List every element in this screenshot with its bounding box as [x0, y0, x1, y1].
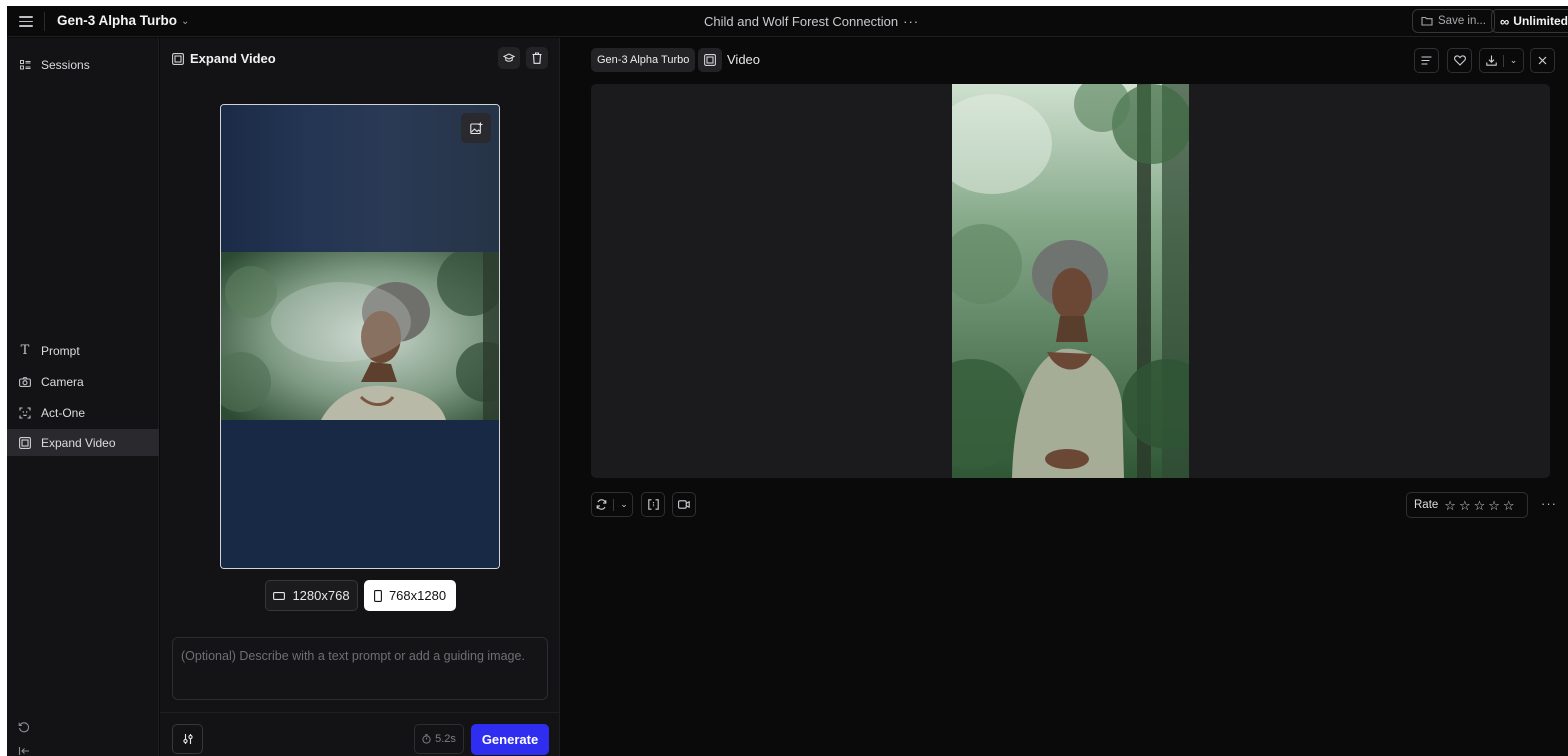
generate-label: Generate — [481, 732, 539, 747]
download-icon — [1485, 55, 1497, 66]
prompt-placeholder: (Optional) Describe with a text prompt o… — [181, 649, 525, 663]
aspect-ratio-selector: 1280x768 768x1280 — [160, 580, 560, 612]
expand-video-icon — [704, 54, 716, 66]
star-4-icon[interactable]: ☆ — [1488, 499, 1500, 512]
panel-footer: 5.2s Generate — [160, 712, 560, 756]
top-bar: Gen-3 Alpha Turbo ⌄ Child and Wolf Forest… — [7, 6, 1568, 37]
session-title[interactable]: Child and Wolf Forest Connection ··· — [704, 14, 919, 29]
chevron-down-icon[interactable]: ⌄ — [1510, 55, 1518, 66]
more-options-icon[interactable]: ··· — [903, 14, 919, 29]
generated-video[interactable] — [952, 84, 1189, 478]
face-scan-icon — [19, 406, 31, 419]
divider — [1502, 54, 1504, 67]
left-sidebar: Sessions T Prompt Camera Act-One Expand … — [7, 38, 159, 756]
rating-control: Rate ☆ ☆ ☆ ☆ ☆ — [1406, 492, 1528, 518]
settings-button[interactable] — [172, 724, 203, 754]
rate-label: Rate — [1414, 499, 1439, 511]
sliders-icon — [182, 734, 193, 744]
trash-icon — [532, 52, 542, 64]
learn-button[interactable] — [498, 47, 520, 69]
portrait-icon — [373, 589, 382, 602]
unlimited-label: Unlimited — [1513, 14, 1568, 28]
unlimited-plan-button[interactable]: ∞ Unlimited — [1491, 9, 1568, 33]
text-icon: T — [20, 343, 30, 358]
image-plus-icon — [469, 122, 482, 134]
video-type-chip — [698, 48, 722, 72]
expand-preview-canvas[interactable] — [220, 104, 500, 569]
duration-badge: 5.2s — [414, 724, 464, 754]
expand-video-icon — [19, 436, 31, 449]
expand-button[interactable] — [641, 492, 665, 517]
prompt-input[interactable]: (Optional) Describe with a text prompt o… — [172, 637, 548, 700]
video-camera-icon — [678, 500, 690, 509]
refresh-icon — [596, 499, 607, 510]
infinity-icon: ∞ — [1500, 13, 1510, 29]
close-icon — [1538, 56, 1547, 65]
source-video-frame — [221, 252, 499, 420]
frame-expand-icon — [647, 499, 659, 510]
hamburger-menu-icon[interactable] — [19, 14, 33, 28]
panel-title: Expand Video — [172, 51, 276, 66]
chevron-down-icon: ⌄ — [181, 16, 190, 27]
graduation-cap-icon — [503, 53, 515, 62]
add-image-button[interactable] — [461, 113, 491, 143]
favorite-button[interactable] — [1447, 48, 1472, 73]
close-button[interactable] — [1530, 48, 1555, 73]
model-selector[interactable]: Gen-3 Alpha Turbo ⌄ — [57, 13, 189, 28]
ratio-label: 1280x768 — [292, 588, 350, 603]
sidebar-item-label: Act-One — [41, 405, 86, 420]
delete-button[interactable] — [526, 47, 548, 69]
divider — [44, 12, 45, 31]
video-stage[interactable] — [591, 84, 1550, 478]
sidebar-item-label: Sessions — [41, 57, 90, 72]
video-label: Video — [727, 52, 761, 67]
duration-text: 5.2s — [435, 733, 456, 745]
sidebar-item-act-one[interactable]: Act-One — [7, 399, 159, 426]
timer-icon — [422, 734, 431, 744]
expand-video-icon — [172, 52, 184, 65]
camera-icon — [19, 376, 31, 388]
download-button[interactable]: ⌄ — [1479, 48, 1524, 73]
divider — [613, 498, 615, 511]
expanded-area-bottom — [221, 420, 499, 568]
model-chip: Gen-3 Alpha Turbo — [591, 48, 696, 72]
model-selector-label: Gen-3 Alpha Turbo — [57, 13, 177, 28]
expanded-area-top — [221, 105, 499, 252]
star-2-icon[interactable]: ☆ — [1459, 499, 1471, 512]
panel-title-text: Expand Video — [190, 51, 276, 66]
list-icon — [19, 59, 31, 71]
generate-button[interactable]: Generate — [471, 724, 549, 755]
heart-icon — [1453, 55, 1466, 66]
collapse-sidebar-icon[interactable] — [18, 745, 32, 756]
expand-video-panel: Expand Video 1280x768 768x1280 (Optional… — [160, 38, 560, 756]
model-chip-label: Gen-3 Alpha Turbo — [597, 54, 690, 66]
session-title-text: Child and Wolf Forest Connection — [704, 14, 899, 29]
sidebar-item-label: Expand Video — [41, 435, 116, 450]
ratio-portrait-button[interactable]: 768x1280 — [364, 580, 456, 611]
sidebar-item-prompt[interactable]: T Prompt — [7, 337, 159, 364]
star-5-icon[interactable]: ☆ — [1503, 499, 1515, 512]
sidebar-item-label: Prompt — [41, 343, 80, 358]
sidebar-item-camera[interactable]: Camera — [7, 368, 159, 395]
video-viewer: Gen-3 Alpha Turbo Video ⌄ ⌄ Rate ☆ ☆ ☆ ☆… — [561, 38, 1568, 756]
sidebar-item-sessions[interactable]: Sessions — [7, 51, 159, 78]
save-in-label: Save in... — [1438, 15, 1486, 27]
lines-icon — [1421, 56, 1432, 65]
star-3-icon[interactable]: ☆ — [1474, 499, 1486, 512]
folder-icon — [1421, 16, 1433, 26]
more-options-icon[interactable]: ··· — [1541, 496, 1557, 511]
sidebar-item-label: Camera — [41, 374, 84, 389]
use-video-button[interactable] — [672, 492, 696, 517]
landscape-icon — [273, 591, 286, 600]
sidebar-item-expand-video[interactable]: Expand Video — [7, 429, 159, 456]
details-button[interactable] — [1414, 48, 1439, 73]
chevron-down-icon[interactable]: ⌄ — [620, 499, 628, 510]
save-in-button[interactable]: Save in... — [1412, 9, 1495, 33]
ratio-label: 768x1280 — [388, 588, 447, 603]
app-window: Gen-3 Alpha Turbo ⌄ Child and Wolf Forest… — [7, 6, 1568, 756]
history-icon[interactable] — [18, 721, 32, 735]
ratio-landscape-button[interactable]: 1280x768 — [265, 580, 358, 611]
regenerate-button[interactable]: ⌄ — [591, 492, 633, 517]
star-1-icon[interactable]: ☆ — [1444, 499, 1456, 512]
